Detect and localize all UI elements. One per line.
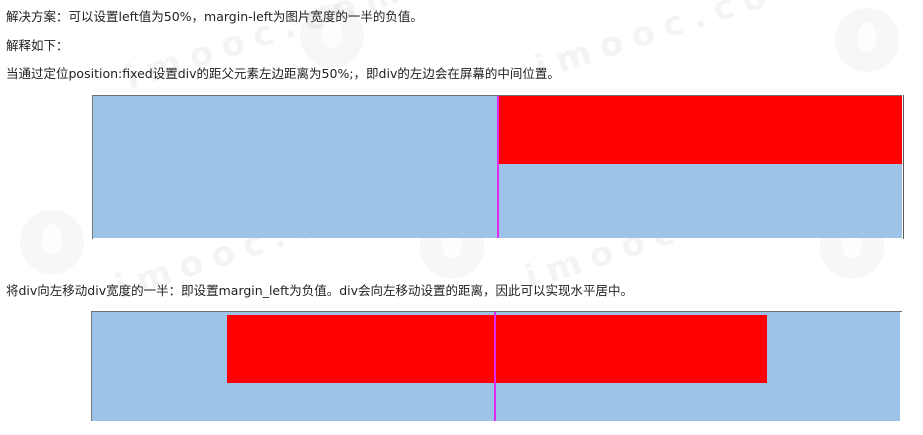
demo2-center-line	[494, 312, 496, 421]
watermark-logo-icon	[835, 8, 899, 72]
demo1-container	[93, 96, 902, 238]
explanation-step1: 当通过定位position:fixed设置div的距父元素左边距离为50%;，即…	[6, 66, 560, 81]
demo1-fixed-box	[499, 96, 902, 164]
explanation-heading: 解释如下：	[6, 38, 69, 53]
watermark-logo-icon	[20, 210, 84, 274]
demo1-center-line	[497, 96, 499, 238]
watermark-text: imooc.com	[530, 0, 824, 89]
demo2-centered-box	[227, 315, 767, 383]
solution-text: 解决方案：可以设置left值为50%，margin-left为图片宽度的一半的负…	[6, 9, 423, 24]
demo2-container	[92, 312, 900, 421]
explanation-step2: 将div向左移动div宽度的一半：即设置margin_left为负值。div会向…	[6, 283, 633, 298]
demo1-right-edge	[903, 95, 904, 239]
